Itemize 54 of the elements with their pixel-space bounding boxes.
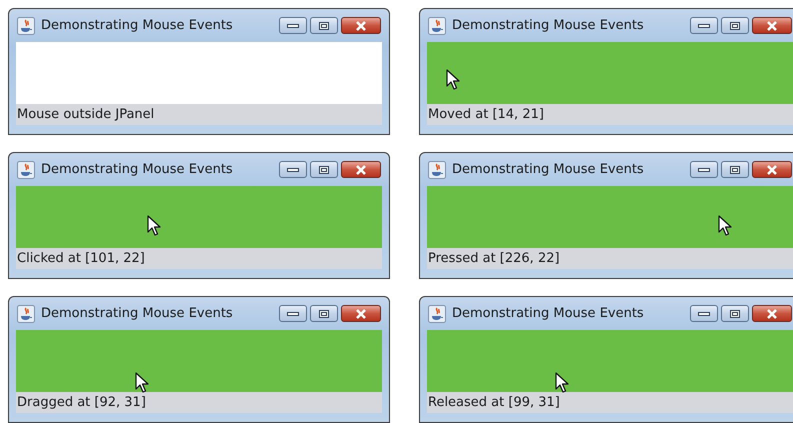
window-title: Demonstrating Mouse Events: [41, 18, 234, 33]
status-label: Released at [99, 31]: [427, 392, 793, 413]
maximize-icon: [730, 166, 740, 174]
close-icon: [766, 20, 778, 30]
close-button[interactable]: [341, 305, 381, 322]
minimize-button[interactable]: [690, 17, 718, 34]
java-cup-icon: [17, 304, 35, 322]
window-title: Demonstrating Mouse Events: [452, 306, 645, 321]
maximize-icon: [319, 310, 329, 318]
window-title: Demonstrating Mouse Events: [452, 162, 645, 177]
window-title: Demonstrating Mouse Events: [452, 18, 645, 33]
minimize-icon: [287, 312, 299, 316]
java-cup-icon: [428, 160, 446, 178]
minimize-icon: [698, 312, 710, 316]
status-label: Mouse outside JPanel: [16, 104, 382, 125]
maximize-button[interactable]: [721, 305, 749, 322]
maximize-button[interactable]: [310, 161, 338, 178]
java-cup-icon: [428, 304, 446, 322]
maximize-icon: [319, 22, 329, 30]
window-title: Demonstrating Mouse Events: [41, 162, 234, 177]
maximize-button[interactable]: [310, 305, 338, 322]
minimize-button[interactable]: [279, 17, 307, 34]
minimize-button[interactable]: [279, 161, 307, 178]
minimize-icon: [698, 168, 710, 172]
java-cup-icon: [428, 16, 446, 34]
maximize-button[interactable]: [721, 161, 749, 178]
status-label: Pressed at [226, 22]: [427, 248, 793, 269]
close-button[interactable]: [341, 17, 381, 34]
close-button[interactable]: [341, 161, 381, 178]
status-label: Clicked at [101, 22]: [16, 248, 382, 269]
close-icon: [355, 20, 367, 30]
maximize-button[interactable]: [721, 17, 749, 34]
close-icon: [355, 308, 367, 318]
minimize-button[interactable]: [690, 305, 718, 322]
close-icon: [766, 308, 778, 318]
minimize-icon: [287, 168, 299, 172]
minimize-button[interactable]: [279, 305, 307, 322]
maximize-icon: [730, 22, 740, 30]
close-icon: [355, 164, 367, 174]
close-button[interactable]: [752, 17, 792, 34]
minimize-icon: [287, 24, 299, 28]
maximize-icon: [730, 310, 740, 318]
maximize-button[interactable]: [310, 17, 338, 34]
status-label: Moved at [14, 21]: [427, 104, 793, 125]
close-icon: [766, 164, 778, 174]
maximize-icon: [319, 166, 329, 174]
close-button[interactable]: [752, 305, 792, 322]
java-cup-icon: [17, 160, 35, 178]
java-cup-icon: [17, 16, 35, 34]
minimize-icon: [698, 24, 710, 28]
status-label: Dragged at [92, 31]: [16, 392, 382, 413]
close-button[interactable]: [752, 161, 792, 178]
window-title: Demonstrating Mouse Events: [41, 306, 234, 321]
minimize-button[interactable]: [690, 161, 718, 178]
